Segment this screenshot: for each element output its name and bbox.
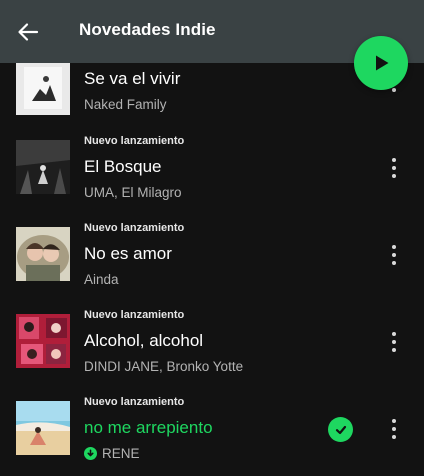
track-title: Alcohol, alcohol: [84, 331, 204, 350]
more-dot-icon: [392, 245, 396, 249]
album-art: [16, 314, 70, 368]
more-dot-icon: [392, 174, 396, 178]
play-icon: [376, 55, 389, 71]
new-release-tag: Nuevo lanzamiento: [84, 135, 185, 147]
downloaded-icon: [84, 447, 97, 460]
album-art: [16, 140, 70, 194]
more-dot-icon: [392, 253, 396, 257]
artist-name: DINDI JANE, Bronko Yotte: [84, 359, 244, 374]
artist-name: Naked Family: [84, 97, 167, 112]
more-options-button[interactable]: [384, 241, 404, 269]
more-dot-icon: [392, 348, 396, 352]
album-art: [16, 227, 70, 281]
back-button[interactable]: [14, 18, 42, 46]
more-dot-icon: [392, 419, 396, 423]
more-dot-icon: [392, 340, 396, 344]
new-release-tag: Nuevo lanzamiento: [84, 309, 185, 321]
play-button[interactable]: [354, 36, 408, 90]
track-artist: RENE: [84, 446, 140, 461]
more-dot-icon: [392, 88, 396, 92]
more-options-button[interactable]: [384, 154, 404, 182]
track-row[interactable]: Nuevo lanzamiento El Bosque UMA, El Mila…: [0, 130, 424, 216]
album-art: [16, 61, 70, 115]
more-dot-icon: [392, 261, 396, 265]
track-artist: Naked Family: [84, 97, 167, 112]
more-dot-icon: [392, 166, 396, 170]
back-arrow-icon: [18, 23, 39, 41]
track-artist: Ainda: [84, 272, 119, 287]
track-row[interactable]: Nuevo lanzamiento No es amor Ainda: [0, 217, 424, 303]
more-dot-icon: [392, 427, 396, 431]
more-dot-icon: [392, 158, 396, 162]
track-row[interactable]: Nuevo lanzamiento Alcohol, alcohol DINDI…: [0, 304, 424, 390]
added-check-icon[interactable]: [328, 417, 353, 442]
track-title: Se va el vivir: [84, 69, 181, 88]
artist-name: RENE: [102, 446, 140, 461]
track-title: no me arrepiento: [84, 418, 213, 437]
more-options-button[interactable]: [384, 328, 404, 356]
more-dot-icon: [392, 332, 396, 336]
track-row-playing[interactable]: Nuevo lanzamiento no me arrepiento RENE: [0, 391, 424, 476]
page-title: Novedades Indie: [79, 20, 216, 39]
new-release-tag: Nuevo lanzamiento: [84, 396, 185, 408]
track-title: El Bosque: [84, 157, 162, 176]
new-release-tag: Nuevo lanzamiento: [84, 222, 185, 234]
track-title: No es amor: [84, 244, 172, 263]
track-artist: DINDI JANE, Bronko Yotte: [84, 359, 243, 374]
artist-name: Ainda: [84, 272, 119, 287]
artist-name: UMA, El Milagro: [84, 185, 182, 200]
more-options-button[interactable]: [384, 415, 404, 443]
playlist-screen: Se va el vivir Naked Family Nuevo lanzam…: [0, 0, 424, 476]
album-art: [16, 401, 70, 455]
more-dot-icon: [392, 435, 396, 439]
track-artist: UMA, El Milagro: [84, 185, 182, 200]
